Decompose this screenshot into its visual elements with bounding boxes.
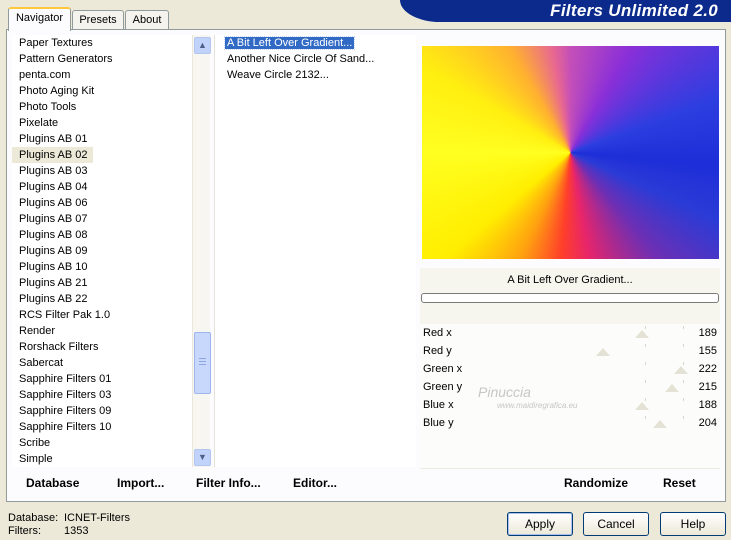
category-item[interactable]: RCS Filter Pak 1.0 <box>12 307 192 323</box>
category-item[interactable]: Scribe <box>12 435 192 451</box>
category-item[interactable]: Plugins AB 22 <box>12 291 192 307</box>
tab-navigator[interactable]: Navigator <box>8 7 71 31</box>
category-item[interactable]: penta.com <box>12 67 192 83</box>
parameter-value: 204 <box>698 417 717 429</box>
parameter-label: Red y <box>423 345 452 357</box>
parameter-slider[interactable]: Red x 189 <box>420 324 720 343</box>
category-item[interactable]: Sapphire Filters 09 <box>12 403 192 419</box>
parameter-slider[interactable]: Green x 222 <box>420 360 720 379</box>
parameter-value: 155 <box>698 345 717 357</box>
parameter-slider[interactable]: Blue y 204 <box>420 414 720 433</box>
parameter-value: 215 <box>698 381 717 393</box>
category-item[interactable]: Sapphire Filters 01 <box>12 371 192 387</box>
database-value: ICNET-Filters <box>64 512 130 524</box>
parameter-value: 188 <box>698 399 717 411</box>
filter-item-label: Another Nice Circle Of Sand... <box>227 53 375 65</box>
slider-thumb[interactable] <box>665 384 679 392</box>
parameter-slider[interactable]: Red y 155 <box>420 342 720 361</box>
category-item[interactable]: Sapphire Filters 10 <box>12 419 192 435</box>
slider-thumb[interactable] <box>635 330 649 338</box>
preview-filter-name: A Bit Left Over Gradient... <box>507 274 633 286</box>
filter-info-link[interactable]: Filter Info... <box>196 474 261 492</box>
category-list[interactable]: Paper Textures Pattern Generators penta.co… <box>12 35 192 467</box>
apply-button[interactable]: Apply <box>507 512 573 536</box>
empty-parameter-row <box>420 450 720 469</box>
parameter-label: Green y <box>423 381 463 393</box>
parameter-value: 222 <box>698 363 717 375</box>
category-item[interactable]: Plugins AB 02 <box>12 147 93 163</box>
category-item[interactable]: Plugins AB 03 <box>12 163 192 179</box>
import-link[interactable]: Import... <box>117 474 164 492</box>
category-item[interactable]: Plugins AB 10 <box>12 259 192 275</box>
scroll-thumb[interactable] <box>194 332 211 394</box>
progress-bar <box>421 293 719 303</box>
category-item[interactable]: Plugins AB 08 <box>12 227 192 243</box>
category-item[interactable]: Plugins AB 06 <box>12 195 192 211</box>
category-item[interactable]: Plugins AB 07 <box>12 211 192 227</box>
parameter-label: Blue y <box>423 417 454 429</box>
filter-item[interactable]: A Bit Left Over Gradient... <box>215 35 416 51</box>
slider-thumb[interactable] <box>596 348 610 356</box>
filters-label: Filters: <box>8 525 41 537</box>
category-item[interactable]: Plugins AB 04 <box>12 179 192 195</box>
category-scrollbar[interactable]: ▲ ▼ <box>192 35 211 467</box>
category-item[interactable]: Pixelate <box>12 115 192 131</box>
randomize-button[interactable]: Randomize <box>564 474 628 492</box>
filters-count: 1353 <box>64 525 89 537</box>
category-item[interactable]: Sabercat <box>12 355 192 371</box>
link-row: Database Import... Filter Info... Editor… <box>12 474 412 492</box>
filter-item[interactable]: Weave Circle 2132... <box>215 67 416 83</box>
filter-preview-image <box>422 46 719 259</box>
category-item[interactable]: Render <box>12 323 192 339</box>
editor-link[interactable]: Editor... <box>293 474 337 492</box>
watermark-url: www.maidiregrafica.eu <box>497 401 578 410</box>
reset-button[interactable]: Reset <box>663 474 696 492</box>
category-item[interactable]: Plugins AB 21 <box>12 275 192 291</box>
cancel-button[interactable]: Cancel <box>583 512 649 536</box>
filter-list[interactable]: A Bit Left Over Gradient... Another Nice … <box>214 35 416 467</box>
category-item[interactable]: Paper Textures <box>12 35 192 51</box>
category-item[interactable]: Photo Tools <box>12 99 192 115</box>
help-button[interactable]: Help <box>660 512 726 536</box>
scroll-up-icon[interactable]: ▲ <box>194 37 211 54</box>
database-link[interactable]: Database <box>26 474 79 492</box>
watermark-logo: Pinuccia <box>478 384 531 400</box>
category-item[interactable]: Rorshack Filters <box>12 339 192 355</box>
parameter-label: Green x <box>423 363 463 375</box>
slider-thumb[interactable] <box>635 402 649 410</box>
filter-item[interactable]: Another Nice Circle Of Sand... <box>215 51 416 67</box>
parameter-value: 189 <box>698 327 717 339</box>
parameter-label: Red x <box>423 327 452 339</box>
slider-thumb[interactable] <box>653 420 667 428</box>
category-item[interactable]: Simple <box>12 451 192 467</box>
filter-item-label: A Bit Left Over Gradient... <box>223 36 356 50</box>
category-item[interactable]: Plugins AB 09 <box>12 243 192 259</box>
category-item[interactable]: Plugins AB 01 <box>12 131 192 147</box>
tab-about[interactable]: About <box>125 10 169 29</box>
tab-presets[interactable]: Presets <box>72 10 124 29</box>
category-item[interactable]: Sapphire Filters 03 <box>12 387 192 403</box>
empty-parameter-row <box>420 432 720 451</box>
slider-thumb[interactable] <box>674 366 688 374</box>
filter-item-label: Weave Circle 2132... <box>227 69 329 81</box>
category-item[interactable]: Pattern Generators <box>12 51 192 67</box>
category-item[interactable]: Photo Aging Kit <box>12 83 192 99</box>
database-label: Database: <box>8 512 59 524</box>
parameter-slider[interactable]: Green y 215 <box>420 378 720 397</box>
app-title: Filters Unlimited 2.0 <box>550 1 718 20</box>
scroll-down-icon[interactable]: ▼ <box>194 449 211 466</box>
parameter-label: Blue x <box>423 399 454 411</box>
